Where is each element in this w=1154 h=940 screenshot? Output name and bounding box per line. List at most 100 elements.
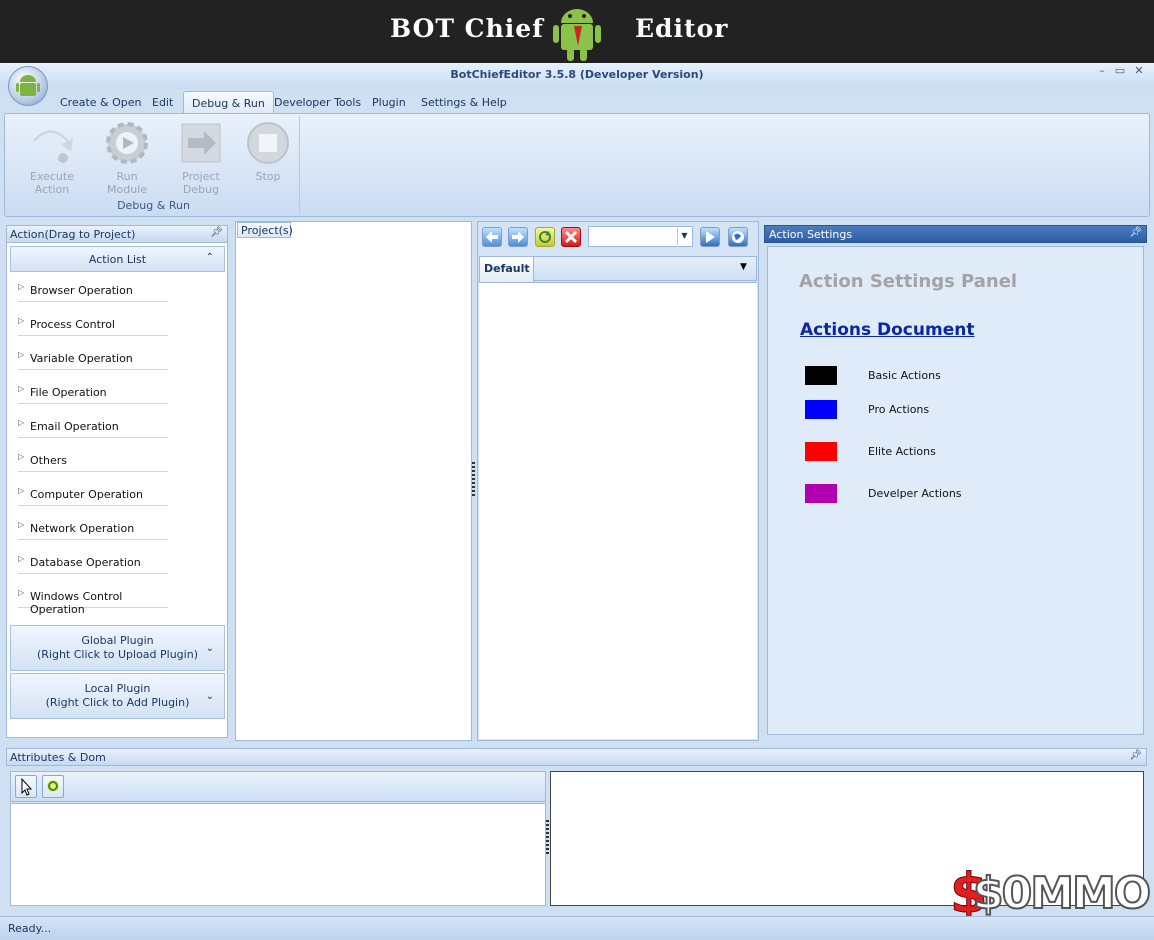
gear-play-icon xyxy=(106,122,148,164)
expand-arrow-icon[interactable]: ▷ xyxy=(18,520,24,529)
run-module-label: Run Module xyxy=(107,170,147,196)
select-pointer-icon[interactable] xyxy=(15,775,37,798)
expand-arrow-icon[interactable]: ▷ xyxy=(18,588,24,597)
tab-create-open[interactable]: Create & Open xyxy=(52,91,150,113)
pin-icon[interactable]: 📌︎ xyxy=(1129,227,1142,238)
delete-icon[interactable] xyxy=(561,227,581,247)
category-database-operation[interactable]: ▷ Database Operation xyxy=(18,552,168,574)
global-plugin-section[interactable]: Global Plugin (Right Click to Upload Plu… xyxy=(10,625,225,671)
expand-chevron-icon[interactable]: ⌄ xyxy=(206,642,214,656)
pro-actions-swatch xyxy=(805,400,837,419)
run-module-button[interactable]: Run Module xyxy=(96,120,158,196)
category-email-operation[interactable]: ▷ Email Operation xyxy=(18,416,168,438)
project-debug-label: Project Debug xyxy=(182,170,220,196)
category-label: Email Operation xyxy=(30,420,119,433)
category-label: Windows Control Operation xyxy=(30,590,123,616)
category-label: Network Operation xyxy=(30,522,135,535)
watermark-text: $0MMO xyxy=(972,867,1152,920)
top-banner: BOT Chief Editor xyxy=(0,0,1154,63)
pro-actions-label: Pro Actions xyxy=(868,403,930,416)
android-orb-icon xyxy=(16,75,40,96)
tab-developer-tools[interactable]: Developer Tools xyxy=(266,91,369,113)
category-label: Others xyxy=(30,454,67,467)
android-logo-icon xyxy=(553,9,601,61)
refresh-icon[interactable] xyxy=(42,775,64,798)
banner-right-text: Editor xyxy=(635,14,729,43)
global-plugin-title: Global Plugin xyxy=(81,634,154,647)
tab-plugin[interactable]: Plugin xyxy=(364,91,414,113)
back-arrow-icon[interactable] xyxy=(482,227,502,247)
tab-settings-help[interactable]: Settings & Help xyxy=(413,91,515,113)
local-plugin-title: Local Plugin xyxy=(84,682,151,695)
attributes-toolbar xyxy=(10,771,546,802)
stop-icon xyxy=(247,122,289,164)
expand-arrow-icon[interactable]: ▷ xyxy=(18,418,24,427)
pin-icon[interactable]: 📌︎ xyxy=(210,227,223,238)
basic-actions-label: Basic Actions xyxy=(868,369,941,382)
local-plugin-section[interactable]: Local Plugin (Right Click to Add Plugin)… xyxy=(10,673,225,719)
status-bar: Ready... xyxy=(0,916,1154,940)
expand-arrow-icon[interactable]: ▷ xyxy=(18,384,24,393)
category-label: File Operation xyxy=(30,386,107,399)
actions-document-link[interactable]: Actions Document xyxy=(800,320,974,340)
category-label: Database Operation xyxy=(30,556,141,569)
project-debug-button[interactable]: Project Debug xyxy=(165,120,237,196)
forward-arrow-icon[interactable] xyxy=(508,227,528,247)
category-others[interactable]: ▷ Others xyxy=(18,450,168,472)
collapse-chevron-icon[interactable]: ⌃ xyxy=(206,252,214,263)
category-label: Process Control xyxy=(30,318,115,331)
action-panel-title: Action(Drag to Project) xyxy=(10,228,136,241)
settings-panel-title: Action Settings Panel xyxy=(799,271,1018,292)
globe-icon[interactable] xyxy=(728,227,748,247)
vertical-splitter[interactable] xyxy=(472,462,475,498)
category-network-operation[interactable]: ▷ Network Operation xyxy=(18,518,168,540)
tab-debug-run[interactable]: Debug & Run xyxy=(183,91,274,113)
pin-icon[interactable]: 📌︎ xyxy=(1129,750,1142,761)
ribbon-group-label: Debug & Run xyxy=(117,199,190,212)
attributes-dom-title: Attributes & Dom xyxy=(10,751,106,764)
category-computer-operation[interactable]: ▷ Computer Operation xyxy=(18,484,168,506)
category-browser-operation[interactable]: ▷ Browser Operation xyxy=(18,280,168,302)
expand-arrow-icon[interactable]: ▷ xyxy=(18,350,24,359)
expand-arrow-icon[interactable]: ▷ xyxy=(18,282,24,291)
refresh-icon[interactable] xyxy=(535,227,555,247)
category-process-control[interactable]: ▷ Process Control xyxy=(18,314,168,336)
banner-left-text: BOT Chief xyxy=(390,14,544,43)
expand-chevron-icon[interactable]: ⌄ xyxy=(206,690,214,704)
basic-actions-swatch xyxy=(805,366,837,385)
stop-button[interactable]: Stop xyxy=(243,120,293,183)
expand-arrow-icon[interactable]: ▷ xyxy=(18,452,24,461)
category-label: Variable Operation xyxy=(30,352,133,365)
tab-list-arrow-icon[interactable]: ▼ xyxy=(740,262,747,272)
execute-action-button[interactable]: Execute Action xyxy=(13,120,91,196)
tab-edit[interactable]: Edit xyxy=(144,91,181,113)
tab-default[interactable]: Default xyxy=(479,256,534,282)
dropdown-arrow-icon[interactable]: ▼ xyxy=(677,228,691,245)
category-file-operation[interactable]: ▷ File Operation xyxy=(18,382,168,404)
stop-label: Stop xyxy=(255,170,281,183)
category-windows-control-operation[interactable]: ▷ Windows Control Operation xyxy=(18,586,168,616)
editor-tab-strip xyxy=(534,256,757,281)
minimize-icon[interactable]: – xyxy=(1094,64,1110,78)
developer-actions-swatch xyxy=(805,484,837,503)
projects-panel[interactable] xyxy=(235,221,472,741)
action-list-header[interactable]: Action List ⌃ xyxy=(10,246,225,272)
curved-arrow-icon xyxy=(33,130,73,163)
projects-tab[interactable]: Project(s) xyxy=(237,222,293,238)
play-icon[interactable] xyxy=(700,227,720,247)
category-variable-operation[interactable]: ▷ Variable Operation xyxy=(18,348,168,370)
maximize-icon[interactable]: ▭ xyxy=(1112,64,1128,78)
vertical-splitter[interactable] xyxy=(546,820,549,856)
category-label: Computer Operation xyxy=(30,488,143,501)
expand-arrow-icon[interactable]: ▷ xyxy=(18,486,24,495)
expand-arrow-icon[interactable]: ▷ xyxy=(18,316,24,325)
editor-canvas[interactable] xyxy=(479,282,757,739)
expand-arrow-icon[interactable]: ▷ xyxy=(18,554,24,563)
attributes-dom-header: Attributes & Dom 📌︎ xyxy=(6,748,1147,766)
elite-actions-label: Elite Actions xyxy=(868,445,936,458)
attributes-list[interactable] xyxy=(10,803,546,906)
app-menu-button[interactable] xyxy=(8,66,48,106)
close-icon[interactable]: ✕ xyxy=(1131,64,1147,78)
project-debug-icon xyxy=(181,123,221,163)
window-title: BotChiefEditor 3.5.8 (Developer Version) xyxy=(450,68,704,81)
